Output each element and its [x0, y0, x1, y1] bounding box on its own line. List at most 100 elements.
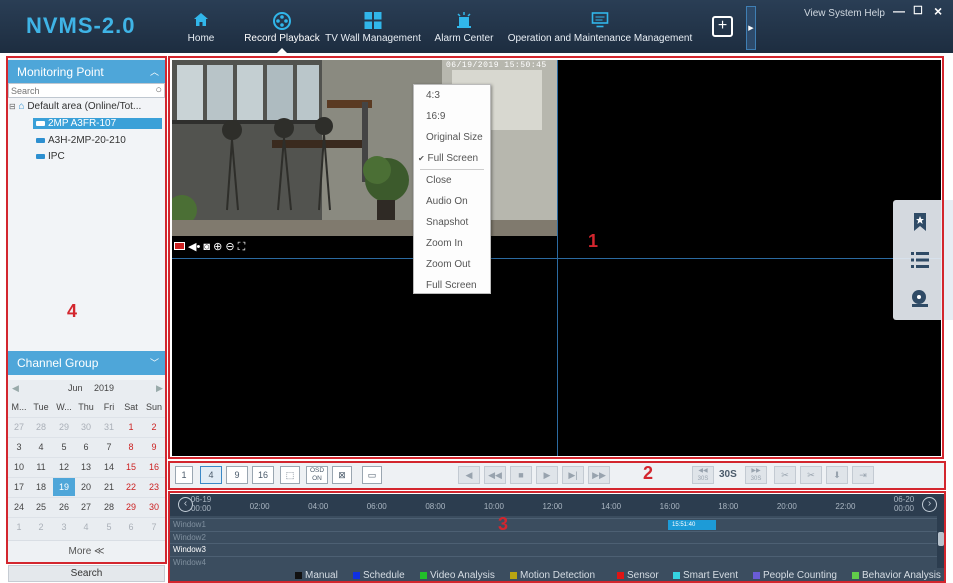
backup-download-icon[interactable]	[910, 288, 930, 308]
calendar-day[interactable]: 4	[30, 438, 52, 456]
list-icon[interactable]	[910, 250, 930, 270]
calendar-day[interactable]: 30	[143, 498, 165, 516]
calendar-day[interactable]: 2	[30, 518, 52, 536]
calendar-day[interactable]: 13	[75, 458, 97, 476]
close-all-button[interactable]: ⊠	[332, 466, 352, 484]
camera-snapshot-icon[interactable]: ◙	[203, 241, 210, 253]
video-grid[interactable]: 06/19/2019 15:50:45 ◀• ◙ ⊕ ⊖ ⛶	[172, 60, 941, 456]
nav-operation-maintenance[interactable]: Operation and Maintenance Management	[504, 0, 696, 53]
calendar-day[interactable]: 1	[120, 418, 142, 436]
search-icon[interactable]: ○	[155, 84, 162, 96]
calendar-day[interactable]: 1	[8, 518, 30, 536]
calendar-day[interactable]: 7	[98, 438, 120, 456]
play-button[interactable]: ▶	[536, 466, 558, 484]
search-input[interactable]	[11, 85, 141, 97]
add-tab-button[interactable]: +	[712, 16, 733, 37]
timeline-row-window-1[interactable]: Window1 15:51:40	[170, 518, 937, 530]
menu-item-4-3[interactable]: 4:3	[426, 88, 440, 104]
minimize-button[interactable]: —	[893, 4, 905, 18]
nav-alarm-center[interactable]: Alarm Center	[430, 0, 498, 53]
timeline[interactable]: ‹ › 06-19 00:00 02:00 04:00 06:00 08:00 10:00 1…	[170, 494, 945, 583]
calendar-day[interactable]: 17	[8, 478, 30, 496]
timeline-row-window-4[interactable]: Window4	[170, 555, 937, 568]
calendar-day[interactable]: 3	[53, 518, 75, 536]
osd-toggle-button[interactable]: OSD ON	[306, 466, 328, 484]
tree-channel-3[interactable]: IPC	[36, 151, 65, 162]
tree-area[interactable]: ⊟ ⌂ Default area (Online/Tot...	[9, 101, 141, 112]
sync-button[interactable]: ⇥	[852, 466, 874, 484]
next-frame-button[interactable]: ▶|	[562, 466, 584, 484]
speaker-icon[interactable]: ◀•	[188, 241, 200, 253]
calendar-day[interactable]: 28	[98, 498, 120, 516]
more-button[interactable]: More ≪	[8, 540, 165, 562]
menu-item-original-size[interactable]: Original Size	[426, 130, 483, 146]
calendar-day[interactable]: 8	[120, 438, 142, 456]
search-button[interactable]: Search	[8, 565, 165, 582]
calendar-day[interactable]: 11	[30, 458, 52, 476]
timeline-row-window-2[interactable]: Window2	[170, 530, 937, 543]
monitoring-point-header[interactable]: Monitoring Point ︿	[8, 60, 165, 84]
layout-4-button[interactable]: 4	[200, 466, 222, 484]
calendar-day[interactable]: 6	[120, 518, 142, 536]
calendar-day[interactable]: 23	[143, 478, 165, 496]
fast-forward-button[interactable]: ▶▶	[588, 466, 610, 484]
forward-30s-button[interactable]: ▶▶ 30S	[745, 466, 767, 484]
calendar-year[interactable]: 2019	[94, 383, 114, 393]
calendar-month[interactable]: Jun	[68, 383, 83, 393]
bookmark-icon[interactable]	[910, 212, 930, 232]
recording-segment[interactable]: 15:51:40	[668, 520, 716, 530]
close-button[interactable]: ×	[934, 3, 942, 19]
nav-tv-wall[interactable]: TV Wall Management	[322, 0, 424, 53]
timeline-row-window-3[interactable]: Window3	[170, 543, 937, 555]
menu-item-zoom-out[interactable]: Zoom Out	[426, 257, 470, 273]
nav-record-playback[interactable]: Record Playback	[242, 0, 322, 53]
next-month-icon[interactable]: ▶	[156, 383, 163, 394]
calendar-day[interactable]: 9	[143, 438, 165, 456]
calendar-day[interactable]: 7	[143, 518, 165, 536]
skip-interval-label[interactable]: 30S	[719, 469, 737, 480]
calendar-day[interactable]: 2	[143, 418, 165, 436]
calendar-day[interactable]: 27	[8, 418, 30, 436]
calendar-day[interactable]: 27	[75, 498, 97, 516]
fullscreen-icon[interactable]: ⛶	[238, 241, 246, 253]
prev-month-icon[interactable]: ◀	[12, 383, 19, 394]
calendar-day[interactable]: 29	[120, 498, 142, 516]
record-icon[interactable]	[174, 242, 185, 250]
calendar-day[interactable]: 14	[98, 458, 120, 476]
calendar-day[interactable]: 24	[8, 498, 30, 516]
calendar-day[interactable]: 5	[98, 518, 120, 536]
maximize-button[interactable]: ☐	[913, 4, 923, 17]
menu-item-snapshot[interactable]: Snapshot	[426, 215, 468, 231]
nav-home[interactable]: Home	[180, 0, 222, 53]
calendar-day[interactable]: 10	[8, 458, 30, 476]
rewind-button[interactable]: ◀◀	[484, 466, 506, 484]
zoom-out-icon[interactable]: ⊖	[225, 241, 234, 253]
stop-button[interactable]: ■	[510, 466, 532, 484]
tree-channel-2[interactable]: A3H-2MP-20-210	[36, 135, 126, 146]
calendar-day[interactable]: 28	[30, 418, 52, 436]
calendar-day[interactable]: 18	[30, 478, 52, 496]
calendar-day[interactable]: 5	[53, 438, 75, 456]
calendar-day[interactable]: 29	[53, 418, 75, 436]
screen-icon-button[interactable]: ▭	[362, 466, 382, 484]
calendar-day[interactable]: 25	[30, 498, 52, 516]
calendar-day[interactable]: 4	[75, 518, 97, 536]
calendar-day[interactable]: 12	[53, 458, 75, 476]
calendar-day[interactable]: 30	[75, 418, 97, 436]
layout-16-button[interactable]: 16	[252, 466, 274, 484]
back-30s-button[interactable]: ◀◀ 30S	[692, 466, 714, 484]
calendar-day[interactable]: 16	[143, 458, 165, 476]
custom-layout-button[interactable]: ⬚	[280, 466, 300, 484]
system-links[interactable]: View System Help	[804, 8, 885, 19]
search-field[interactable]: ○	[8, 83, 165, 98]
menu-item-full-screen-2[interactable]: Full Screen	[426, 278, 477, 294]
calendar-day[interactable]: 21	[98, 478, 120, 496]
calendar-day[interactable]: 15	[120, 458, 142, 476]
layout-1-button[interactable]: 1	[175, 466, 193, 484]
tree-channel-1[interactable]: 2MP A3FR-107	[33, 118, 162, 129]
menu-item-audio-on[interactable]: Audio On	[426, 194, 468, 210]
calendar-day[interactable]: 3	[8, 438, 30, 456]
prev-frame-button[interactable]: ◀	[458, 466, 480, 484]
tab-scroll-right[interactable]: ▶	[746, 6, 756, 50]
timeline-next-button[interactable]: ›	[922, 497, 937, 512]
